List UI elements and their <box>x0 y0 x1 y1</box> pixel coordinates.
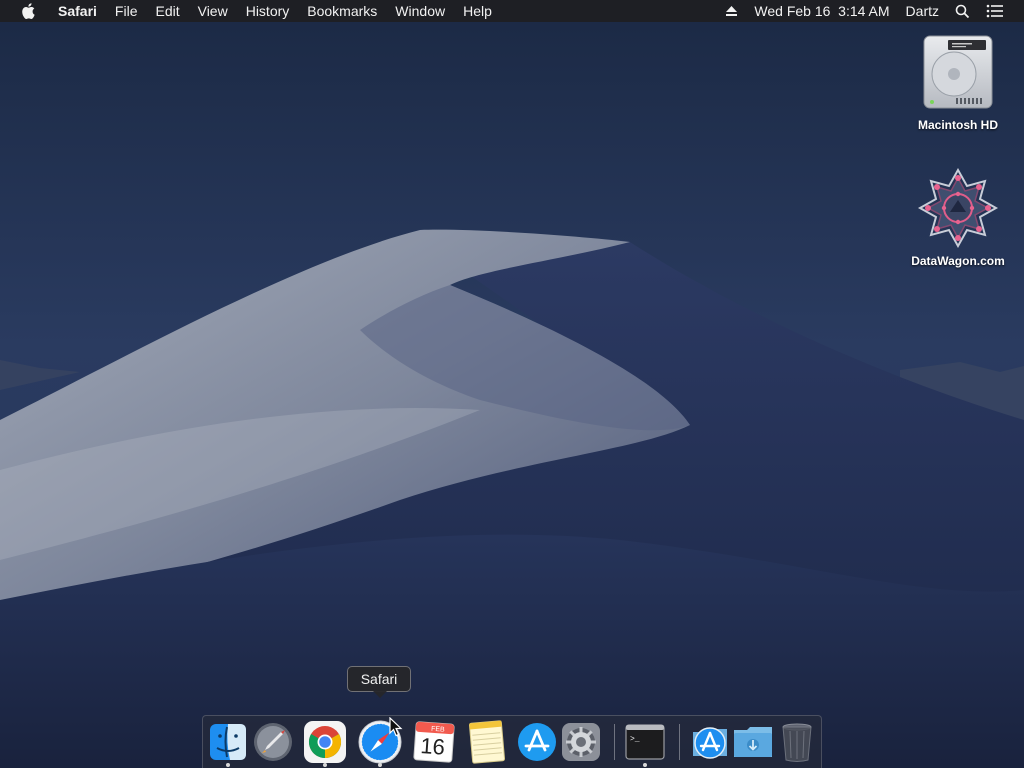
dock-separator <box>679 724 680 760</box>
menu-user[interactable]: Dartz <box>898 0 947 22</box>
chrome-icon <box>304 721 346 763</box>
dock-separator <box>614 724 615 760</box>
desktop-icon-label: Macintosh HD <box>917 118 998 132</box>
launchpad-icon <box>254 723 292 761</box>
system-preferences-icon <box>562 723 600 761</box>
applications-folder-icon <box>693 727 727 759</box>
dock-item-calendar[interactable]: FEB 16 <box>412 720 456 764</box>
menu-history[interactable]: History <box>237 0 299 22</box>
menu-clock[interactable]: Wed Feb 16 3:14 AM <box>746 0 897 22</box>
eject-icon[interactable] <box>717 5 746 17</box>
dock-item-downloads[interactable] <box>731 720 775 764</box>
running-indicator <box>226 763 230 767</box>
downloads-folder-icon <box>734 727 772 757</box>
apple-icon[interactable] <box>17 0 39 22</box>
desktop-icon-macintosh-hd[interactable]: Macintosh HD <box>898 32 1018 132</box>
dock-item-launchpad[interactable] <box>251 720 295 764</box>
network-volume-icon <box>917 168 999 248</box>
menu-bar: Safari File Edit View History Bookmarks … <box>0 0 1024 22</box>
wallpaper-dunes <box>0 0 1024 768</box>
calendar-month: FEB <box>431 726 445 734</box>
menu-file[interactable]: File <box>106 0 147 22</box>
notes-icon <box>468 720 506 764</box>
mouse-cursor-icon <box>389 717 403 737</box>
hard-drive-icon <box>923 35 993 109</box>
terminal-prompt: >_ <box>630 735 640 744</box>
dock-item-trash[interactable] <box>775 720 819 764</box>
finder-icon <box>210 724 246 760</box>
dock-item-terminal[interactable]: >_ <box>623 720 667 767</box>
menu-help[interactable]: Help <box>454 0 501 22</box>
notification-center-icon[interactable] <box>978 4 1012 18</box>
desktop-icon-label: DataWagon.com <box>911 254 1005 268</box>
tooltip-arrow <box>373 691 387 698</box>
running-indicator <box>378 763 382 767</box>
calendar-icon: FEB 16 <box>413 721 455 763</box>
desktop[interactable]: Safari File Edit View History Bookmarks … <box>0 0 1024 768</box>
dock-item-chrome[interactable] <box>303 720 347 767</box>
trash-icon <box>782 723 812 762</box>
calendar-day: 16 <box>420 733 446 760</box>
spotlight-search-icon[interactable] <box>947 4 978 19</box>
menu-bookmarks[interactable]: Bookmarks <box>298 0 386 22</box>
dock-item-finder[interactable] <box>206 720 250 767</box>
running-indicator <box>643 763 647 767</box>
menu-view[interactable]: View <box>189 0 237 22</box>
terminal-icon: >_ <box>625 724 665 760</box>
menu-edit[interactable]: Edit <box>146 0 188 22</box>
dock-item-notes[interactable] <box>465 720 509 764</box>
desktop-icon-datawagon[interactable]: DataWagon.com <box>898 168 1018 268</box>
dock-item-app-store[interactable] <box>515 720 559 764</box>
dock-tooltip: Safari <box>347 666 411 692</box>
dock-item-applications[interactable] <box>688 720 732 764</box>
running-indicator <box>323 763 327 767</box>
dock: FEB 16 >_ <box>202 715 822 768</box>
app-store-icon <box>518 723 556 761</box>
menu-window[interactable]: Window <box>386 0 454 22</box>
dock-item-system-preferences[interactable] <box>559 720 603 764</box>
menu-app-name[interactable]: Safari <box>49 0 106 22</box>
